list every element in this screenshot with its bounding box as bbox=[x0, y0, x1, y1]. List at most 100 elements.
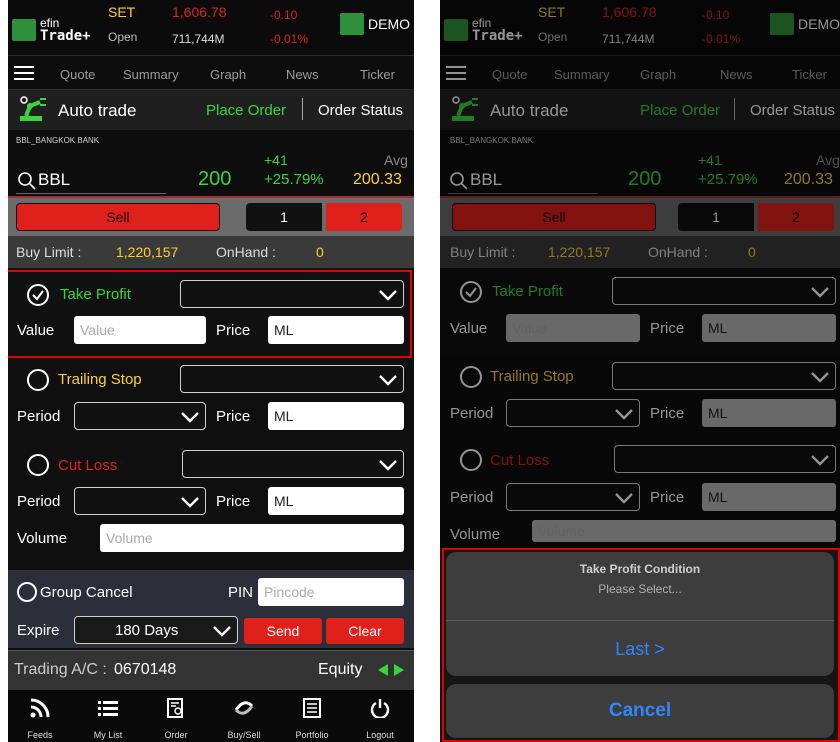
cut-loss-checkbox[interactable] bbox=[460, 449, 482, 471]
logo-icon bbox=[12, 19, 36, 41]
menu-item-graph[interactable]: Graph bbox=[210, 67, 246, 82]
trailing-stop-price-input[interactable]: ML bbox=[702, 399, 836, 427]
index-change: -0.10 bbox=[270, 8, 298, 22]
expire-label: Expire bbox=[17, 622, 60, 639]
avg-value: 200.33 bbox=[784, 171, 833, 188]
tab-divider bbox=[734, 98, 735, 120]
avg-label: Avg bbox=[384, 152, 408, 168]
order-status-tab[interactable]: Order Status bbox=[750, 102, 835, 119]
menu-item-ticker[interactable]: Ticker bbox=[360, 67, 395, 82]
trailing-stop-period-select[interactable] bbox=[506, 399, 640, 427]
menu-item-summary[interactable]: Summary bbox=[123, 67, 179, 82]
account-toggle-1[interactable]: 1 bbox=[678, 203, 754, 231]
trailing-stop-checkbox[interactable] bbox=[27, 369, 49, 391]
price-input[interactable]: ML bbox=[702, 314, 836, 342]
volume-input[interactable]: Volume bbox=[100, 524, 404, 552]
order-status-tab[interactable]: Order Status bbox=[318, 102, 403, 119]
account-type: Equity bbox=[318, 661, 363, 678]
chevron-down-icon bbox=[615, 493, 633, 504]
trailing-stop-condition-select[interactable] bbox=[180, 365, 404, 393]
buy-limit-value: 1,220,157 bbox=[548, 244, 611, 260]
cut-loss-period-select[interactable] bbox=[74, 487, 206, 515]
tab-label: Feeds bbox=[27, 730, 53, 740]
cut-loss-section: Cut Loss Period Price ML Volume Volume bbox=[8, 444, 414, 570]
trailing-stop-checkbox[interactable] bbox=[460, 366, 482, 388]
switch-arrows-icon[interactable] bbox=[378, 663, 404, 677]
account-toggle-1[interactable]: 1 bbox=[246, 203, 322, 231]
group-cancel-checkbox[interactable] bbox=[17, 582, 37, 602]
account-toggle-2[interactable]: 2 bbox=[758, 203, 834, 231]
symbol-input[interactable]: BBL bbox=[470, 170, 502, 190]
tab-order[interactable]: Order bbox=[148, 690, 204, 742]
tab-label: Logout bbox=[366, 730, 394, 740]
search-icon[interactable] bbox=[450, 172, 468, 190]
logo-icon bbox=[444, 19, 468, 41]
demo-icon bbox=[770, 13, 794, 35]
cut-loss-checkbox[interactable] bbox=[27, 454, 49, 476]
menu-item-quote[interactable]: Quote bbox=[60, 67, 95, 82]
search-icon[interactable] bbox=[18, 172, 36, 190]
action-sheet-highlight bbox=[442, 548, 840, 742]
robot-arm-icon bbox=[20, 96, 46, 121]
cut-loss-price-input[interactable]: ML bbox=[702, 483, 836, 511]
menu-item-news[interactable]: News bbox=[720, 67, 753, 82]
chevron-down-icon bbox=[811, 287, 829, 298]
take-profit-checkbox[interactable] bbox=[460, 281, 482, 303]
account-number[interactable]: 0670148 bbox=[114, 661, 176, 679]
cut-loss-price-input[interactable]: ML bbox=[268, 487, 404, 515]
trailing-stop-section: Trailing Stop Period Price ML bbox=[8, 358, 414, 444]
sell-button[interactable]: Sell bbox=[452, 203, 656, 231]
place-order-tab[interactable]: Place Order bbox=[640, 102, 720, 119]
take-profit-section: Take Profit Value Value Price ML bbox=[440, 268, 840, 354]
trailing-stop-price-input[interactable]: ML bbox=[268, 402, 404, 430]
hamburger-menu-icon[interactable] bbox=[446, 66, 466, 80]
expire-select[interactable]: 180 Days bbox=[74, 616, 238, 644]
page-title: Auto trade bbox=[490, 101, 569, 120]
last-price: 200 bbox=[198, 168, 232, 190]
volume-input[interactable]: Volume bbox=[532, 520, 836, 542]
tab-feeds[interactable]: Feeds bbox=[12, 690, 68, 742]
robot-arm-icon bbox=[452, 96, 478, 121]
take-profit-label: Take Profit bbox=[492, 283, 563, 300]
tab-buy-sell[interactable]: Buy/Sell bbox=[216, 690, 272, 742]
page-title: Auto trade bbox=[58, 101, 137, 120]
place-order-tab[interactable]: Place Order bbox=[206, 102, 286, 119]
expire-row: Expire 180 Days Send Clear bbox=[8, 614, 414, 648]
hamburger-menu-icon[interactable] bbox=[14, 66, 34, 80]
rss-icon bbox=[30, 698, 50, 718]
menu-item-quote[interactable]: Quote bbox=[492, 67, 527, 82]
menu-item-news[interactable]: News bbox=[286, 67, 319, 82]
trailing-stop-condition-select[interactable] bbox=[612, 362, 836, 390]
sell-button[interactable]: Sell bbox=[16, 203, 220, 231]
price-label: Price bbox=[650, 489, 685, 506]
avg-label: Avg bbox=[816, 152, 840, 168]
cut-loss-condition-select[interactable] bbox=[614, 445, 836, 473]
cut-loss-condition-select[interactable] bbox=[182, 450, 404, 478]
index-name: SET bbox=[108, 4, 136, 20]
clear-button[interactable]: Clear bbox=[326, 618, 404, 644]
take-profit-condition-select[interactable] bbox=[612, 277, 836, 305]
index-name: SET bbox=[538, 4, 566, 20]
menu-item-graph[interactable]: Graph bbox=[640, 67, 676, 82]
index-change-pct: -0.01% bbox=[702, 32, 741, 46]
send-button[interactable]: Send bbox=[244, 618, 322, 644]
period-label: Period bbox=[450, 489, 494, 506]
group-cancel-label: Group Cancel bbox=[40, 584, 133, 601]
auto-trade-bar: Auto trade Place Order Order Status bbox=[8, 90, 414, 130]
tab-logout[interactable]: Logout bbox=[352, 690, 408, 742]
trailing-stop-period-select[interactable] bbox=[74, 402, 206, 430]
menu-item-summary[interactable]: Summary bbox=[554, 67, 610, 82]
tab-portfolio[interactable]: Portfolio bbox=[284, 690, 340, 742]
value-input[interactable]: Value bbox=[506, 314, 640, 342]
limit-row: Buy Limit : 1,220,157 OnHand : 0 bbox=[440, 236, 840, 268]
demo-badge: DEMO bbox=[770, 13, 840, 35]
demo-icon bbox=[340, 13, 364, 35]
market-header: efin Trade+ SET Open 1,606.78 711,744M -… bbox=[440, 0, 840, 56]
account-toggle-2[interactable]: 2 bbox=[326, 203, 402, 231]
pin-input[interactable]: Pincode bbox=[258, 578, 404, 606]
cut-loss-period-select[interactable] bbox=[506, 483, 640, 511]
tab-my-list[interactable]: My List bbox=[80, 690, 136, 742]
index-change: -0.10 bbox=[702, 8, 730, 22]
symbol-input[interactable]: BBL bbox=[38, 170, 70, 190]
menu-item-ticker[interactable]: Ticker bbox=[792, 67, 827, 82]
